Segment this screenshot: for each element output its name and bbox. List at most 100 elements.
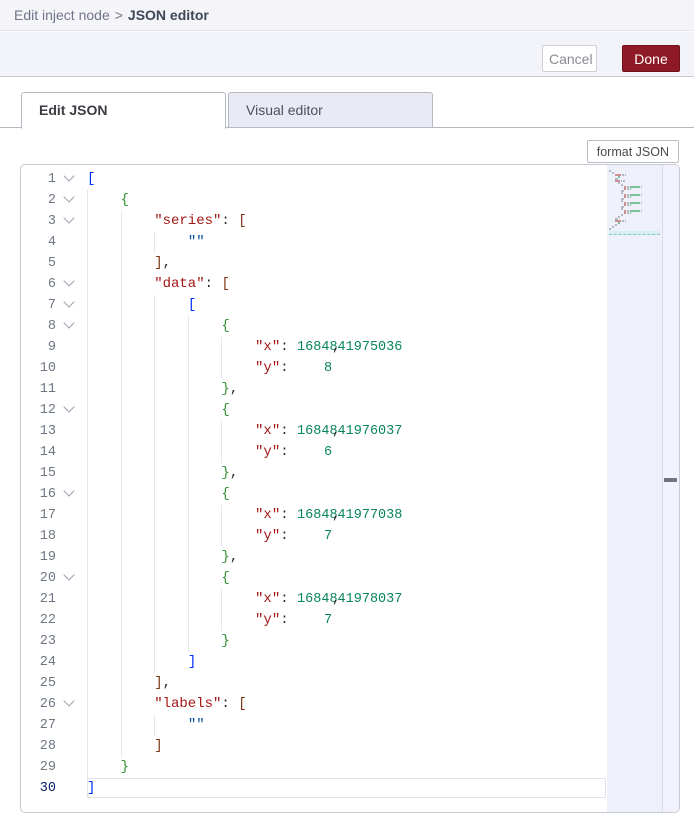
indent-guide — [221, 589, 222, 610]
indent-guide — [154, 400, 155, 421]
code-line[interactable]: 28] — [21, 736, 607, 757]
code-line[interactable]: 7[ — [21, 295, 607, 316]
indent-guide — [221, 505, 222, 526]
scrollbar-marker — [664, 478, 677, 482]
code-line[interactable]: 2{ — [21, 190, 607, 211]
indent-guide — [221, 526, 222, 547]
minimap-current-line — [609, 231, 660, 235]
indent-guide — [188, 379, 189, 400]
code-line[interactable]: 30] — [21, 778, 607, 799]
code-line[interactable]: 29} — [21, 757, 607, 778]
code-line[interactable]: 13"x": 1684841976037, — [21, 421, 607, 442]
indent-guide — [87, 652, 88, 673]
code-lines[interactable]: 1[2{3"series": [4""5],6"data": [7[8{9"x"… — [21, 169, 607, 799]
indent-guide — [188, 337, 189, 358]
chevron-down-icon — [63, 296, 74, 307]
code-text: "y": 7 — [87, 526, 332, 547]
line-number: 23 — [21, 631, 56, 652]
scrollbar-track[interactable] — [663, 165, 679, 812]
chevron-down-icon — [63, 695, 74, 706]
indent-guide — [154, 589, 155, 610]
code-line[interactable]: 24] — [21, 652, 607, 673]
indent-guide — [87, 358, 88, 379]
indent-guide — [87, 547, 88, 568]
minimap[interactable] — [607, 165, 663, 812]
code-line[interactable]: 6"data": [ — [21, 274, 607, 295]
fold-toggle[interactable] — [56, 694, 87, 715]
indent-guide — [121, 274, 122, 295]
code-line[interactable]: 12{ — [21, 400, 607, 421]
code-line[interactable]: 26"labels": [ — [21, 694, 607, 715]
code-line[interactable]: 3"series": [ — [21, 211, 607, 232]
tab-visual-editor[interactable]: Visual editor — [228, 92, 433, 128]
line-number: 28 — [21, 736, 56, 757]
indent-guide — [188, 442, 189, 463]
indent-guide — [121, 211, 122, 232]
indent-guide — [87, 400, 88, 421]
code-line[interactable]: 9"x": 1684841975036, — [21, 337, 607, 358]
indent-guide — [154, 631, 155, 652]
fold-toggle[interactable] — [56, 484, 87, 505]
code-line[interactable]: 5], — [21, 253, 607, 274]
line-number: 25 — [21, 673, 56, 694]
line-number: 21 — [21, 589, 56, 610]
tab-edit-json[interactable]: Edit JSON — [21, 92, 226, 129]
current-line-highlight — [87, 778, 606, 798]
indent-guide — [121, 673, 122, 694]
code-text: "x": 1684841975036, — [87, 337, 340, 358]
code-editor[interactable]: 1[2{3"series": [4""5],6"data": [7[8{9"x"… — [20, 164, 680, 813]
code-line[interactable]: 16{ — [21, 484, 607, 505]
fold-toggle[interactable] — [56, 190, 87, 211]
indent-guide — [188, 505, 189, 526]
indent-guide — [121, 337, 122, 358]
breadcrumb-separator-icon: > — [115, 7, 123, 23]
indent-guide — [87, 526, 88, 547]
indent-guide — [121, 253, 122, 274]
code-line[interactable]: 18"y": 7 — [21, 526, 607, 547]
code-text: [ — [87, 169, 95, 190]
fold-toggle[interactable] — [56, 400, 87, 421]
indent-guide — [154, 421, 155, 442]
code-line[interactable]: 11}, — [21, 379, 607, 400]
indent-guide — [121, 379, 122, 400]
indent-guide — [121, 547, 122, 568]
code-line[interactable]: 20{ — [21, 568, 607, 589]
code-line[interactable]: 23} — [21, 631, 607, 652]
code-text: ], — [87, 673, 171, 694]
code-line[interactable]: 21"x": 1684841978037, — [21, 589, 607, 610]
code-line[interactable]: 17"x": 1684841977038, — [21, 505, 607, 526]
indent-guide — [121, 421, 122, 442]
code-line[interactable]: 22"y": 7 — [21, 610, 607, 631]
fold-toggle[interactable] — [56, 211, 87, 232]
code-line[interactable]: 4"" — [21, 232, 607, 253]
indent-guide — [87, 316, 88, 337]
indent-guide — [121, 232, 122, 253]
code-line[interactable]: 19}, — [21, 547, 607, 568]
fold-toggle[interactable] — [56, 568, 87, 589]
code-text: "" — [87, 232, 205, 253]
minimap-content — [609, 170, 660, 235]
code-line[interactable]: 14"y": 6 — [21, 442, 607, 463]
fold-toggle[interactable] — [56, 274, 87, 295]
cancel-button[interactable]: Cancel — [542, 45, 597, 72]
code-line[interactable]: 25], — [21, 673, 607, 694]
breadcrumb-parent[interactable]: Edit inject node — [14, 7, 110, 23]
code-line[interactable]: 27"" — [21, 715, 607, 736]
indent-guide — [154, 295, 155, 316]
code-line[interactable]: 15}, — [21, 463, 607, 484]
indent-guide — [154, 379, 155, 400]
fold-toggle[interactable] — [56, 316, 87, 337]
indent-guide — [154, 505, 155, 526]
dialog-toolbar: Cancel Done — [0, 32, 694, 77]
code-line[interactable]: 1[ — [21, 169, 607, 190]
fold-toggle[interactable] — [56, 295, 87, 316]
indent-guide — [87, 631, 88, 652]
done-button[interactable]: Done — [622, 45, 680, 72]
fold-toggle[interactable] — [56, 169, 87, 190]
format-json-button[interactable]: format JSON — [587, 140, 679, 163]
code-line[interactable]: 10"y": 8 — [21, 358, 607, 379]
code-line[interactable]: 8{ — [21, 316, 607, 337]
code-text: ] — [87, 652, 196, 673]
indent-guide — [221, 358, 222, 379]
indent-guide — [87, 673, 88, 694]
